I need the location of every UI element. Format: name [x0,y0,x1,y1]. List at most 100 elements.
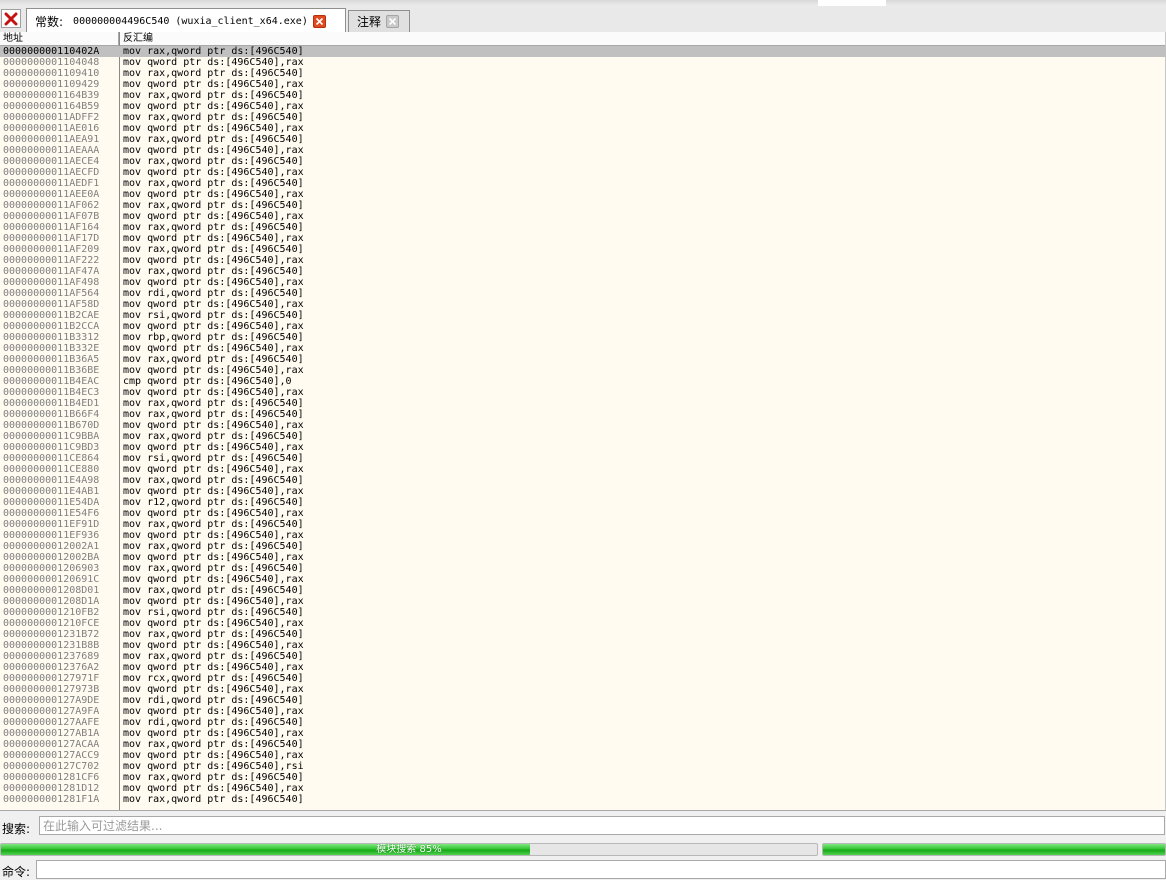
table-row[interactable]: 0000000001104048 mov qword ptr ds:[496C54… [0,57,1166,68]
tab-close-icon[interactable] [386,15,400,28]
table-row[interactable]: 0000000001237689 mov rax,qword ptr ds:[49… [0,651,1166,662]
table-row[interactable]: 00000000011E54F6 mov qword ptr ds:[496C54… [0,508,1166,519]
table-row[interactable]: 000000000127C702 mov qword ptr ds:[496C54… [0,761,1166,772]
row-disassembly: mov rax,qword ptr ds:[496C540] [123,398,304,409]
table-row[interactable]: 00000000011E4A98 mov rax,qword ptr ds:[49… [0,475,1166,486]
table-row[interactable]: 00000000011B36A5 mov rax,qword ptr ds:[49… [0,354,1166,365]
table-row[interactable]: 000000000127971F mov rcx,qword ptr ds:[49… [0,673,1166,684]
table-row[interactable]: 0000000001210FB2 mov rsi,qword ptr ds:[49… [0,607,1166,618]
table-row[interactable]: 00000000011AE016 mov qword ptr ds:[496C54… [0,123,1166,134]
row-disassembly: mov rax,qword ptr ds:[496C540] [123,46,304,57]
progress-area: 模块搜索 85% [0,840,1166,860]
table-row[interactable]: 0000000001109410 mov rax,qword ptr ds:[49… [0,68,1166,79]
table-row[interactable]: 0000000001231B8B mov qword ptr ds:[496C54… [0,640,1166,651]
row-disassembly: mov rax,qword ptr ds:[496C540] [123,585,304,596]
row-address: 00000000012002BA [3,552,100,563]
table-row[interactable]: 0000000001164B59 mov qword ptr ds:[496C54… [0,101,1166,112]
close-icon[interactable] [1,9,21,28]
row-disassembly: mov qword ptr ds:[496C540],rax [123,530,304,541]
table-row[interactable]: 00000000011AEA91 mov rax,qword ptr ds:[49… [0,134,1166,145]
row-address: 00000000011AECFD [3,167,100,178]
table-row[interactable]: 000000000127ACC9 mov qword ptr ds:[496C54… [0,750,1166,761]
table-row[interactable]: 00000000011B2CCA mov qword ptr ds:[496C54… [0,321,1166,332]
table-row[interactable]: 0000000001164B39 mov rax,qword ptr ds:[49… [0,90,1166,101]
table-row[interactable]: 000000000127ACAA mov rax,qword ptr ds:[49… [0,739,1166,750]
table-row[interactable]: 0000000001231B72 mov rax,qword ptr ds:[49… [0,629,1166,640]
table-row[interactable]: 00000000011AF062 mov rax,qword ptr ds:[49… [0,200,1166,211]
row-disassembly: mov qword ptr ds:[496C540],rax [123,299,304,310]
table-row[interactable]: 00000000011B4EC3 mov qword ptr ds:[496C54… [0,387,1166,398]
table-row[interactable]: 0000000001281CF6 mov rax,qword ptr ds:[49… [0,772,1166,783]
table-row[interactable]: 0000000001208D01 mov rax,qword ptr ds:[49… [0,585,1166,596]
tab-constant-references[interactable]: 常数: 000000004496C540 (wuxia_client_x64.e… [26,8,346,33]
command-input[interactable] [36,860,1166,879]
table-row[interactable]: 00000000011B4EAC cmp qword ptr ds:[496C54… [0,376,1166,387]
table-row[interactable]: 0000000001206903 mov rax,qword ptr ds:[49… [0,563,1166,574]
row-disassembly: mov rax,qword ptr ds:[496C540] [123,431,304,442]
row-address: 00000000011AF17D [3,233,100,244]
row-disassembly: mov qword ptr ds:[496C540],rax [123,684,304,695]
table-row[interactable]: 00000000011AF47A mov rax,qword ptr ds:[49… [0,266,1166,277]
table-row[interactable]: 00000000011AEDF1 mov rax,qword ptr ds:[49… [0,178,1166,189]
table-row[interactable]: 00000000011AF58D mov qword ptr ds:[496C54… [0,299,1166,310]
table-row[interactable]: 00000000011B670D mov qword ptr ds:[496C54… [0,420,1166,431]
row-disassembly: mov rax,qword ptr ds:[496C540] [123,354,304,365]
table-row[interactable]: 00000000011B66F4 mov rax,qword ptr ds:[49… [0,409,1166,420]
table-row[interactable]: 000000000127A9FA mov qword ptr ds:[496C54… [0,706,1166,717]
table-row[interactable]: 00000000011B4ED1 mov rax,qword ptr ds:[49… [0,398,1166,409]
table-row[interactable]: 00000000011E54DA mov r12,qword ptr ds:[49… [0,497,1166,508]
table-row[interactable]: 0000000001208D1A mov qword ptr ds:[496C54… [0,596,1166,607]
table-row[interactable]: 00000000011E4AB1 mov qword ptr ds:[496C54… [0,486,1166,497]
table-row[interactable]: 00000000011AF222 mov qword ptr ds:[496C54… [0,255,1166,266]
table-row[interactable]: 00000000011ADFF2 mov rax,qword ptr ds:[49… [0,112,1166,123]
table-row[interactable]: 000000000127A9DE mov rdi,qword ptr ds:[49… [0,695,1166,706]
table-row[interactable]: 00000000011AEAAA mov qword ptr ds:[496C54… [0,145,1166,156]
tab-comments[interactable]: 注释 [348,10,410,32]
table-row[interactable]: 00000000011EF91D mov rax,qword ptr ds:[49… [0,519,1166,530]
table-row[interactable]: 00000000011CE864 mov rsi,qword ptr ds:[49… [0,453,1166,464]
search-input[interactable] [39,816,1165,835]
table-row[interactable]: 0000000001109429 mov qword ptr ds:[496C54… [0,79,1166,90]
row-address: 00000000011B332E [3,343,100,354]
table-row[interactable]: 000000000127AB1A mov qword ptr ds:[496C54… [0,728,1166,739]
row-disassembly: mov r12,qword ptr ds:[496C540] [123,497,304,508]
table-row[interactable]: 00000000011AF17D mov qword ptr ds:[496C54… [0,233,1166,244]
table-row[interactable]: 00000000011AEE0A mov qword ptr ds:[496C54… [0,189,1166,200]
table-row[interactable]: 00000000011EF936 mov qword ptr ds:[496C54… [0,530,1166,541]
table-row[interactable]: 00000000011AF209 mov rax,qword ptr ds:[49… [0,244,1166,255]
column-header-address[interactable]: 地址 [0,32,119,45]
row-address: 00000000011B36A5 [3,354,100,365]
table-row[interactable]: 00000000011AF07B mov qword ptr ds:[496C54… [0,211,1166,222]
table-row[interactable]: 00000000011B332E mov qword ptr ds:[496C54… [0,343,1166,354]
table-row[interactable]: 00000000011CE880 mov qword ptr ds:[496C54… [0,464,1166,475]
table-row[interactable]: 00000000011B3312 mov rbp,qword ptr ds:[49… [0,332,1166,343]
table-row[interactable]: 00000000012002BA mov qword ptr ds:[496C54… [0,552,1166,563]
table-row[interactable]: 000000000110402A mov rax,qword ptr ds:[49… [0,46,1166,57]
table-row[interactable]: 00000000011AECE4 mov rax,qword ptr ds:[49… [0,156,1166,167]
tab-close-icon[interactable] [312,14,326,28]
results-table[interactable]: 地址 反汇编 000000000110402A mov rax,qword ptr… [0,32,1166,810]
table-row[interactable]: 00000000011B2CAE mov rsi,qword ptr ds:[49… [0,310,1166,321]
table-row[interactable]: 00000000011C9BD3 mov qword ptr ds:[496C54… [0,442,1166,453]
table-row[interactable]: 0000000001281F1A mov rax,qword ptr ds:[49… [0,794,1166,805]
table-row[interactable]: 000000000120691C mov qword ptr ds:[496C54… [0,574,1166,585]
table-row[interactable]: 00000000011B36BE mov qword ptr ds:[496C54… [0,365,1166,376]
table-row[interactable]: 000000000127973B mov qword ptr ds:[496C54… [0,684,1166,695]
row-disassembly: mov qword ptr ds:[496C540],rax [123,442,304,453]
table-row[interactable]: 00000000012376A2 mov qword ptr ds:[496C54… [0,662,1166,673]
table-row[interactable]: 00000000011AF498 mov qword ptr ds:[496C54… [0,277,1166,288]
row-disassembly: mov qword ptr ds:[496C540],rax [123,420,304,431]
row-address: 00000000012376A2 [3,662,100,673]
row-address: 0000000001109429 [3,79,100,90]
column-header-disassembly[interactable]: 反汇编 [120,32,1166,45]
table-row[interactable]: 00000000012002A1 mov rax,qword ptr ds:[49… [0,541,1166,552]
table-row[interactable]: 0000000001210FCE mov qword ptr ds:[496C54… [0,618,1166,629]
table-row[interactable]: 000000000127AAFE mov rdi,qword ptr ds:[49… [0,717,1166,728]
table-row[interactable]: 0000000001281D12 mov qword ptr ds:[496C54… [0,783,1166,794]
row-disassembly: cmp qword ptr ds:[496C540],0 [123,376,292,387]
table-row[interactable]: 00000000011AF164 mov rax,qword ptr ds:[49… [0,222,1166,233]
command-bar: 命令: [0,860,1166,879]
table-row[interactable]: 00000000011AECFD mov qword ptr ds:[496C54… [0,167,1166,178]
table-row[interactable]: 00000000011AF564 mov rdi,qword ptr ds:[49… [0,288,1166,299]
table-row[interactable]: 00000000011C9BBA mov rax,qword ptr ds:[49… [0,431,1166,442]
